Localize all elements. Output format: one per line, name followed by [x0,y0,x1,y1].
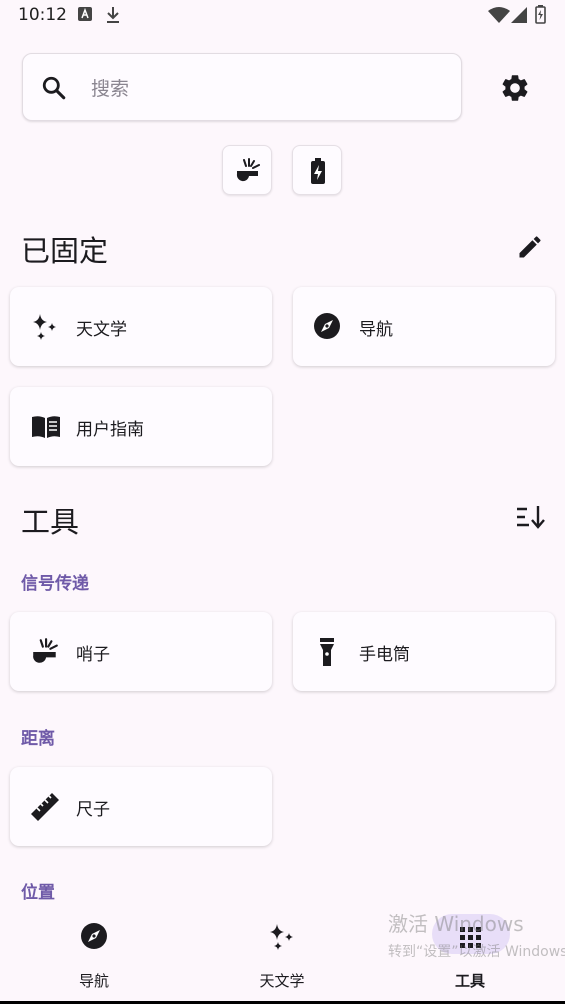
signal-icon [511,7,527,23]
status-bar: 10:12 [0,0,565,32]
nav-tab-label: 工具 [454,972,485,990]
status-time: 10:12 [18,5,67,25]
search-input[interactable] [89,72,433,106]
pinned-item-astronomy[interactable]: 天文学 [10,287,272,366]
book-icon [32,416,60,438]
whistle-icon [33,638,58,663]
quick-whistle-button[interactable] [222,145,272,195]
settings-gear-icon[interactable] [499,72,531,104]
compass-icon [314,313,340,339]
flashlight-icon [320,638,334,666]
whistle-icon [236,158,260,182]
search-bar[interactable] [22,53,462,121]
ruler-icon [31,793,59,821]
wifi-icon [488,7,510,23]
pinned-item-label: 用户指南 [76,420,144,440]
pinned-item-label: 导航 [359,320,393,340]
quick-battery-button[interactable] [292,145,342,195]
battery-icon [535,5,546,24]
nav-tab-label: 天文学 [259,972,305,990]
tool-item-flashlight[interactable]: 手电筒 [293,612,555,691]
app-notification-icon [78,7,92,21]
category-title-signaling: 信号传递 [21,574,89,594]
nav-tab-label: 导航 [78,972,109,990]
tool-item-ruler[interactable]: 尺子 [10,767,272,846]
sparkles-icon [33,314,56,340]
tool-item-whistle[interactable]: 哨子 [10,612,272,691]
nav-tab-astronomy[interactable]: 天文学 [188,905,376,1002]
sort-icon[interactable] [515,504,545,530]
edit-pencil-icon[interactable] [516,233,544,261]
battery-charging-icon [311,158,325,184]
compass-icon [81,923,107,949]
tool-item-label: 哨子 [76,645,110,665]
category-title-distance: 距离 [21,729,55,749]
nav-tab-navigation[interactable]: 导航 [0,905,188,1002]
sparkles-icon [270,924,293,950]
tool-item-label: 尺子 [76,800,110,820]
category-title-location: 位置 [21,883,55,903]
nav-tab-tools[interactable]: 工具 [376,905,564,1002]
download-icon [107,7,119,23]
grid-icon [460,927,481,948]
search-icon [42,76,66,100]
tools-title: 工具 [21,505,80,539]
tool-item-label: 手电筒 [359,645,410,665]
pinned-title: 已固定 [21,234,109,268]
pinned-item-label: 天文学 [76,320,127,340]
pinned-item-user-guide[interactable]: 用户指南 [10,387,272,466]
pinned-item-navigation[interactable]: 导航 [293,287,555,366]
